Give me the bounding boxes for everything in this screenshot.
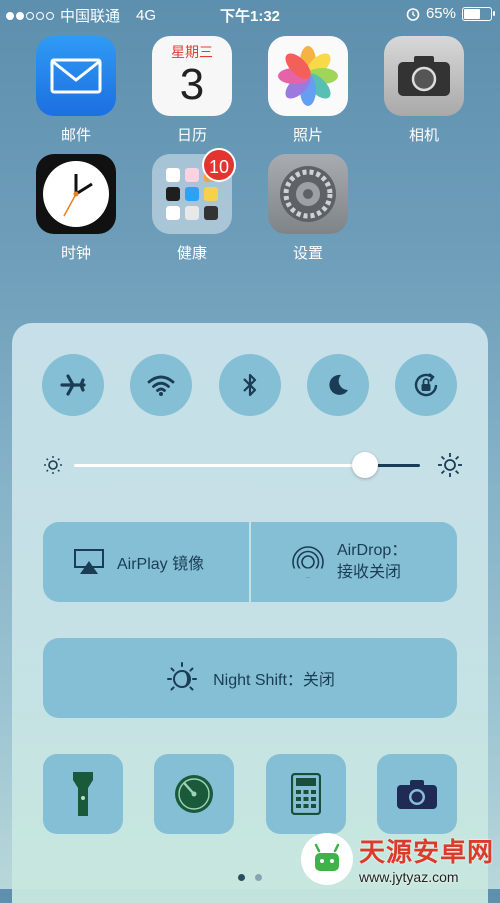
status-bar: 中国联通 4G 下午1:32 65% xyxy=(0,0,500,28)
camera-icon xyxy=(384,36,464,116)
app-label: 健康 xyxy=(176,245,207,262)
photos-icon xyxy=(268,36,348,116)
app-label: 设置 xyxy=(292,245,323,262)
battery-icon xyxy=(462,6,495,21)
brightness-knob[interactable] xyxy=(351,452,378,478)
calculator-button[interactable] xyxy=(266,754,346,834)
app-settings[interactable]: 设置 xyxy=(268,154,348,263)
control-center: AirPlay 镜像 AirDrop： 接收关闭 Night Shift：关闭 xyxy=(12,323,488,903)
brightness-track-filled xyxy=(74,464,365,467)
alarm-icon xyxy=(406,7,420,21)
app-label: 照片 xyxy=(292,127,323,144)
airplay-label: AirPlay 镜像 xyxy=(117,556,205,573)
airdrop-label: AirDrop： xyxy=(337,542,408,559)
app-health-folder[interactable]: 10 健康 xyxy=(152,148,236,263)
watermark-url: www.jytyaz.com xyxy=(358,869,459,885)
camera-button[interactable] xyxy=(377,754,457,834)
calendar-weekday: 星期三 xyxy=(171,44,213,60)
watermark-title: 天源安卓网 xyxy=(358,837,494,867)
rotation-lock-icon xyxy=(414,373,438,397)
app-mail[interactable]: 邮件 xyxy=(36,36,116,145)
airplane-icon xyxy=(60,374,86,396)
airdrop-icon xyxy=(292,546,324,578)
calendar-icon: 星期三 3 xyxy=(152,36,232,116)
timer-icon xyxy=(175,775,213,813)
airplay-icon xyxy=(74,549,104,574)
night-shift-icon xyxy=(167,662,198,691)
night-shift-label: Night Shift：关闭 xyxy=(213,672,335,689)
bluetooth-icon xyxy=(243,373,257,397)
camera-icon xyxy=(397,780,437,809)
app-photos[interactable]: 照片 xyxy=(268,36,348,145)
airdrop-status: 接收关闭 xyxy=(337,564,402,581)
app-label: 日历 xyxy=(176,127,207,144)
calculator-icon xyxy=(291,773,321,815)
bluetooth-toggle[interactable] xyxy=(219,354,281,416)
app-label: 相机 xyxy=(408,127,439,144)
settings-gear-icon xyxy=(268,154,348,234)
page-dot[interactable] xyxy=(255,874,262,881)
timer-button[interactable] xyxy=(154,754,234,834)
flashlight-icon xyxy=(73,772,93,816)
app-camera[interactable]: 相机 xyxy=(384,36,464,145)
watermark-logo-icon xyxy=(300,832,353,885)
battery-percent: 65% xyxy=(425,5,456,22)
notification-badge: 10 xyxy=(202,148,236,182)
status-right: 65% xyxy=(406,5,495,22)
app-label: 邮件 xyxy=(60,127,91,144)
brightness-low-icon xyxy=(44,456,62,474)
moon-icon xyxy=(329,374,348,395)
flashlight-button[interactable] xyxy=(43,754,123,834)
airplane-mode-toggle[interactable] xyxy=(42,354,104,416)
airdrop-button[interactable]: AirDrop： 接收关闭 xyxy=(251,522,457,602)
app-label: 时钟 xyxy=(60,245,91,262)
rotation-lock-toggle[interactable] xyxy=(395,354,457,416)
calendar-day: 3 xyxy=(179,60,205,109)
airplay-mirroring-button[interactable]: AirPlay 镜像 xyxy=(43,522,249,602)
wifi-toggle[interactable] xyxy=(130,354,192,416)
watermark: 天源安卓网 www.jytyaz.com xyxy=(300,832,494,885)
do-not-disturb-toggle[interactable] xyxy=(307,354,369,416)
brightness-high-icon xyxy=(438,453,462,477)
app-clock[interactable]: 时钟 xyxy=(36,154,116,263)
page-dot[interactable] xyxy=(238,874,245,881)
wifi-icon xyxy=(147,375,175,396)
app-calendar[interactable]: 星期三 3 日历 xyxy=(152,36,232,145)
night-shift-button[interactable]: Night Shift：关闭 xyxy=(43,638,457,718)
clock-icon xyxy=(36,154,116,234)
brightness-slider[interactable] xyxy=(42,449,462,481)
mail-icon xyxy=(36,36,116,116)
